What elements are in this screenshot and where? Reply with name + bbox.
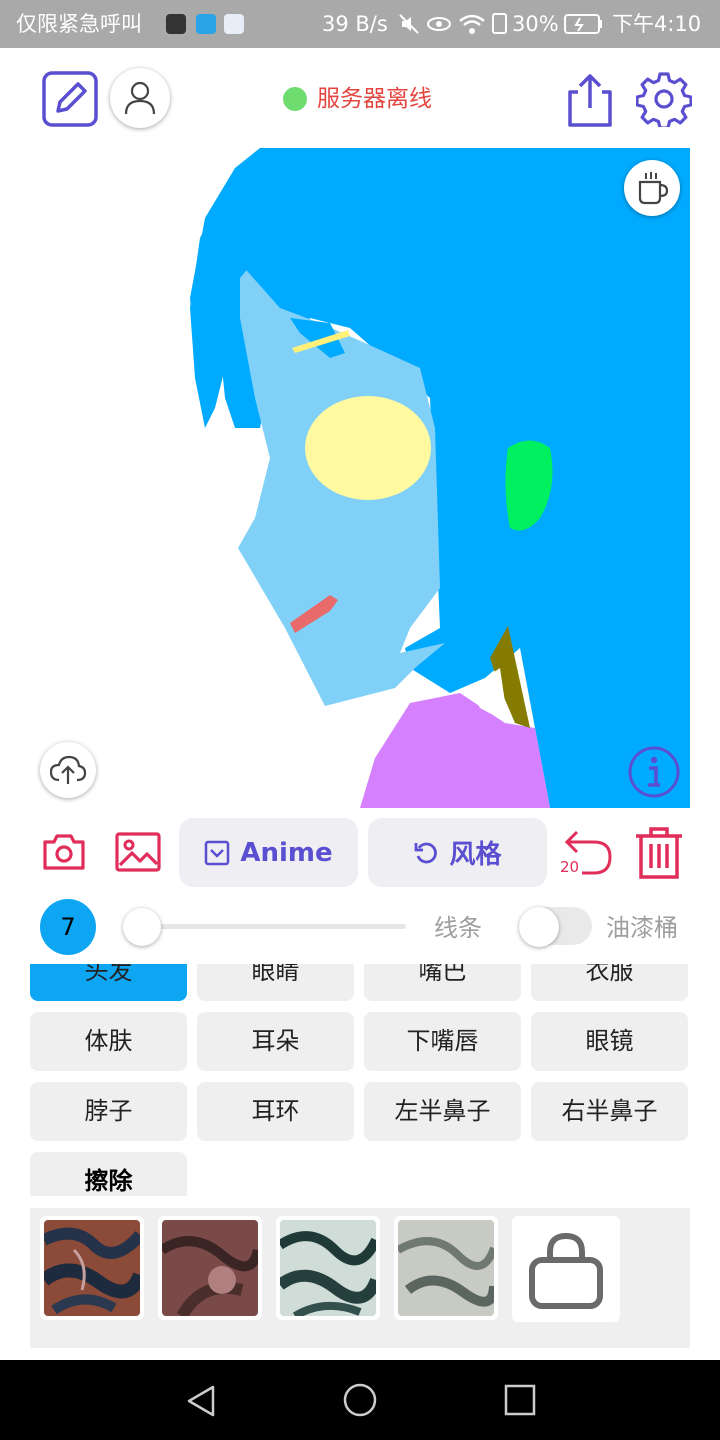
bucket-label: 油漆桶	[606, 914, 678, 942]
style-label: 风格	[449, 840, 502, 870]
anime-label: Anime	[240, 837, 333, 868]
status-bar: 仅限紧急呼叫 39 B/s 30% 下午4:10	[0, 0, 720, 48]
anime-mode-button[interactable]: Anime	[179, 818, 358, 887]
line-mode-label: 线条	[434, 914, 482, 942]
shop-bag-icon	[529, 1232, 603, 1309]
baidu-paw-icon	[224, 14, 244, 34]
system-nav-bar	[0, 1360, 720, 1440]
part-neck-button[interactable]: 脖子	[30, 1082, 187, 1141]
part-mouth-button[interactable]: 嘴巴	[364, 964, 521, 1001]
texture-pattern	[162, 1236, 258, 1316]
gallery-image-icon[interactable]	[114, 831, 162, 873]
texture-thumbnail-2[interactable]	[158, 1216, 262, 1320]
app-notification-icon	[166, 14, 186, 34]
texture-pattern	[280, 1231, 376, 1316]
trash-icon[interactable]	[634, 826, 684, 880]
drawing-canvas[interactable]	[30, 148, 690, 808]
part-earring-button[interactable]: 耳环	[197, 1082, 354, 1141]
back-triangle-icon[interactable]	[184, 1384, 218, 1418]
texture-thumbnail-1[interactable]	[40, 1216, 144, 1320]
part-eyes-button[interactable]: 眼睛	[197, 964, 354, 1001]
home-circle-icon[interactable]	[342, 1382, 378, 1418]
part-left-nose-button[interactable]: 左半鼻子	[364, 1082, 521, 1141]
texture-strip	[30, 1208, 690, 1348]
texture-thumbnail-3[interactable]	[276, 1216, 380, 1320]
sim-icon	[492, 13, 507, 34]
part-erase-button[interactable]: 擦除	[30, 1152, 187, 1196]
drawing-artwork	[190, 148, 690, 808]
user-avatar-button[interactable]	[110, 68, 170, 128]
part-right-nose-button[interactable]: 右半鼻子	[531, 1082, 688, 1141]
clock: 下午4:10	[612, 12, 702, 36]
recents-square-icon[interactable]	[504, 1384, 536, 1416]
wifi-icon	[459, 14, 485, 34]
server-status-dot	[283, 87, 307, 111]
share-icon[interactable]	[566, 72, 614, 128]
battery-percent: 30%	[512, 12, 559, 36]
style-button[interactable]: 风格	[368, 818, 547, 887]
camera-icon[interactable]	[42, 833, 86, 871]
part-clothes-button[interactable]: 衣服	[531, 964, 688, 1001]
part-glasses-button[interactable]: 眼镜	[531, 1012, 688, 1071]
part-hair-button[interactable]: 头发	[30, 964, 187, 1001]
net-speed: 39 B/s	[322, 12, 388, 36]
brush-size-slider[interactable]	[140, 924, 406, 929]
brush-size-badge: 7	[40, 899, 96, 955]
edit-canvas-icon[interactable]	[42, 71, 98, 127]
brush-size-slider-thumb[interactable]	[123, 908, 161, 946]
checkbox-icon	[205, 840, 230, 865]
bucket-toggle-thumb[interactable]	[519, 907, 559, 947]
eye-comfort-icon	[427, 17, 451, 31]
info-icon[interactable]	[626, 744, 682, 800]
texture-thumbnail-4[interactable]	[394, 1216, 498, 1320]
part-ears-button[interactable]: 耳朵	[197, 1012, 354, 1071]
texture-pattern	[44, 1227, 140, 1315]
user-icon	[124, 81, 156, 115]
server-status-text: 服务器离线	[317, 86, 432, 112]
texture-pattern	[398, 1237, 494, 1307]
settings-gear-icon[interactable]	[636, 71, 692, 127]
coffee-cup-icon	[638, 172, 669, 205]
shield-icon	[196, 14, 216, 34]
carrier-text: 仅限紧急呼叫	[16, 12, 142, 36]
upload-cloud-button[interactable]	[40, 742, 96, 798]
cloud-upload-icon	[49, 755, 87, 784]
battery-charging-icon	[564, 14, 602, 34]
mute-icon	[399, 14, 419, 34]
part-skin-button[interactable]: 体肤	[30, 1012, 187, 1071]
undo-count: 20	[560, 858, 580, 876]
coffee-button[interactable]	[624, 160, 680, 216]
shop-button[interactable]	[512, 1216, 620, 1322]
part-selector-grid: 头发 眼睛 嘴巴 衣服 体肤 耳朵 下嘴唇 眼镜 脖子 耳环 左半鼻子 右半鼻子…	[0, 964, 720, 1196]
refresh-icon	[415, 842, 438, 863]
part-lower-lip-button[interactable]: 下嘴唇	[364, 1012, 521, 1071]
